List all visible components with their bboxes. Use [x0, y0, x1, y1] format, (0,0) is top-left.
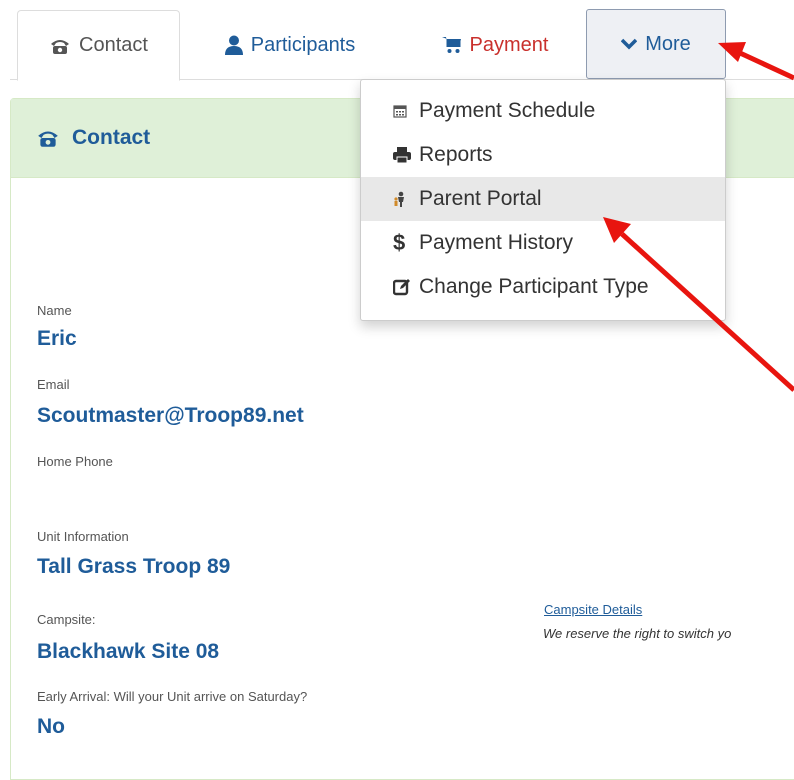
- email-label: Email: [37, 377, 70, 392]
- campsite-label: Campsite:: [37, 612, 96, 627]
- tab-payment[interactable]: Payment: [415, 10, 575, 80]
- menu-item-label: Parent Portal: [419, 187, 542, 210]
- cart-icon: [441, 36, 462, 54]
- campsite-details-link[interactable]: Campsite Details: [544, 602, 642, 617]
- menu-item-payment-schedule[interactable]: Payment Schedule: [361, 89, 725, 133]
- dollar-icon: $: [393, 230, 406, 255]
- tab-participants[interactable]: Participants: [200, 10, 380, 80]
- phone-icon: [36, 128, 60, 148]
- early-arrival-value: No: [37, 715, 65, 738]
- tab-payment-label: Payment: [469, 33, 549, 56]
- name-label: Name: [37, 303, 72, 318]
- name-value: Eric: [37, 327, 77, 350]
- tab-more-dropdown[interactable]: More: [586, 9, 726, 79]
- user-icon: [224, 35, 243, 55]
- campsite-note: We reserve the right to switch yo: [543, 626, 732, 641]
- tab-contact-label: Contact: [79, 34, 148, 56]
- print-icon: [393, 147, 419, 163]
- tab-participants-label: Participants: [250, 33, 356, 56]
- more-dropdown-menu: Payment Schedule Reports Parent Portal $…: [360, 79, 726, 321]
- tab-more-label: More: [645, 32, 691, 55]
- menu-item-change-participant-type[interactable]: Change Participant Type: [361, 265, 725, 309]
- menu-item-parent-portal[interactable]: Parent Portal: [361, 177, 725, 221]
- menu-item-label: Payment Schedule: [419, 99, 596, 122]
- menu-item-label: Change Participant Type: [419, 275, 649, 298]
- phone-icon: [49, 37, 71, 55]
- unit-information-value: Tall Grass Troop 89: [37, 555, 231, 578]
- menu-item-reports[interactable]: Reports: [361, 133, 725, 177]
- menu-item-payment-history[interactable]: $ Payment History: [361, 221, 725, 265]
- calendar-icon: [393, 104, 419, 118]
- email-value: Scoutmaster@Troop89.net: [37, 404, 304, 427]
- menu-item-label: Reports: [419, 143, 493, 166]
- home-phone-label: Home Phone: [37, 454, 113, 469]
- tab-contact[interactable]: Contact: [17, 10, 180, 81]
- early-arrival-label: Early Arrival: Will your Unit arrive on …: [37, 689, 308, 704]
- panel-title: Contact: [72, 126, 151, 149]
- parent-child-icon: [393, 191, 419, 207]
- chevron-down-icon: [621, 38, 638, 50]
- campsite-value: Blackhawk Site 08: [37, 640, 220, 663]
- tab-bar: Contact Participants Payment More: [0, 0, 794, 81]
- edit-icon: [393, 278, 419, 296]
- unit-information-label: Unit Information: [37, 529, 129, 544]
- menu-item-label: Payment History: [419, 231, 574, 254]
